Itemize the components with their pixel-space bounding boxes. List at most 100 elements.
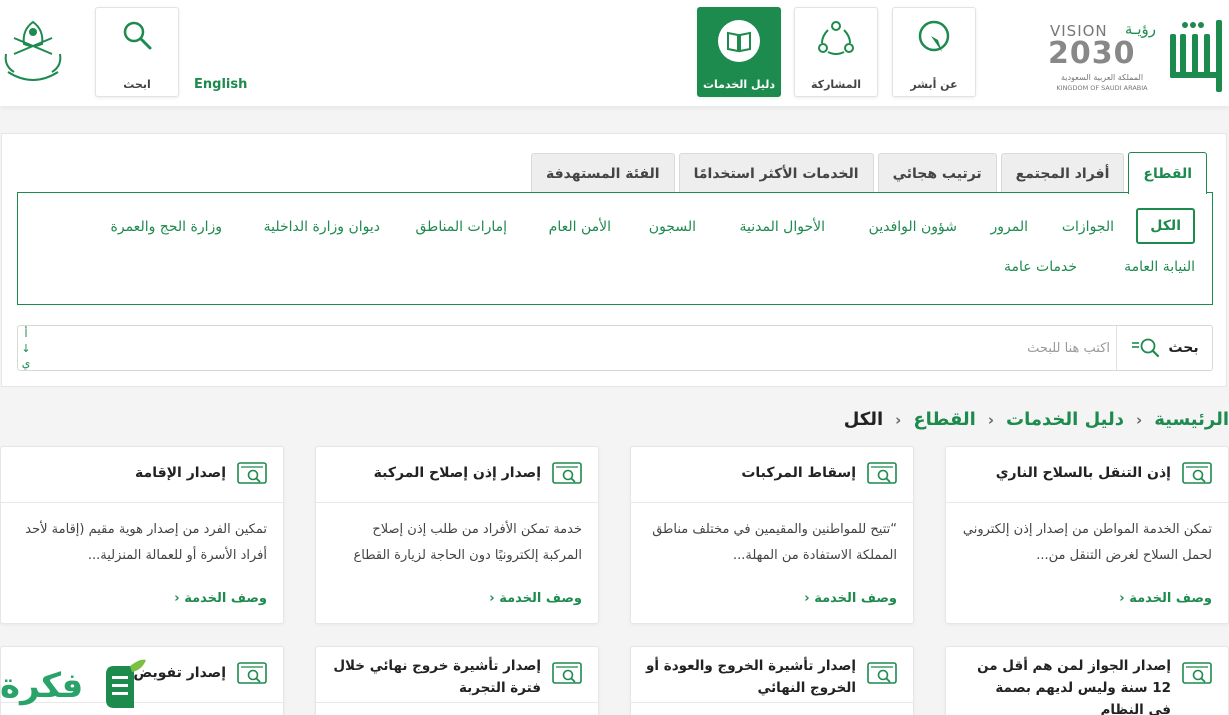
- tab-most-used[interactable]: الخدمات الأكثر استخدامًا: [678, 153, 874, 193]
- fikra-watermark-logo: فكرة: [0, 652, 150, 715]
- vision-kingdom-en: KINGDOM OF SAUDI ARABIA: [1056, 84, 1148, 92]
- search-button-label: بحث: [1168, 340, 1199, 356]
- tab-community-members[interactable]: أفراد المجتمع: [1000, 153, 1125, 193]
- card-title: إصدار الإقامة: [135, 465, 226, 481]
- chevron-left-icon: ‹: [804, 591, 810, 606]
- sector-public-prosecution[interactable]: النيابة العامة: [1124, 259, 1195, 275]
- service-description-link[interactable]: وصف الخدمة ‹: [174, 591, 267, 606]
- search-button[interactable]: بحث: [1116, 326, 1212, 370]
- sector-general-services[interactable]: خدمات عامة: [1004, 259, 1077, 275]
- about-chat-icon: [918, 20, 950, 52]
- service-description-link[interactable]: وصف الخدمة ‹: [1119, 591, 1212, 606]
- service-screen-icon: [552, 662, 582, 684]
- tab-target-group[interactable]: الفئة المستهدفة: [531, 153, 675, 193]
- search-input[interactable]: [510, 336, 1110, 360]
- link-label: وصف الخدمة: [1129, 591, 1212, 606]
- sector-civil-affairs[interactable]: الأحوال المدنية: [740, 219, 826, 235]
- service-description-link[interactable]: وصف الخدمة ‹: [489, 591, 582, 606]
- sector-all[interactable]: الكل: [1136, 208, 1195, 244]
- participation-label: المشاركة: [811, 78, 861, 91]
- link-label: وصف الخدمة: [184, 591, 267, 606]
- sector-hajj-umrah-ministry[interactable]: وزارة الحج والعمرة: [111, 219, 222, 235]
- service-card[interactable]: إصدار تأشيرة الخروج والعودة أو الخروج ال…: [630, 646, 914, 715]
- sector-expatriates[interactable]: شؤون الوافدين: [869, 219, 957, 235]
- leaf-book-icon: [106, 659, 146, 708]
- about-absher-button[interactable]: عن أبشر: [892, 7, 976, 97]
- sort-start-letter: أ: [24, 327, 28, 340]
- sector-passports[interactable]: الجوازات: [1062, 219, 1114, 235]
- card-description: تمكن الخدمة المواطن من إصدار إذن إلكترون…: [962, 522, 1212, 563]
- english-language-link[interactable]: English: [194, 77, 247, 92]
- vision-2030-logo: VISION رؤيـة 2030 المملكة العربية السعود…: [1048, 20, 1158, 96]
- sort-arrow: ↓: [21, 342, 31, 355]
- services-filter-panel: القطاع أفراد المجتمع ترتيب هجائي الخدمات…: [1, 133, 1227, 387]
- sector-interior-ministry-office[interactable]: ديوان وزارة الداخلية: [264, 219, 380, 235]
- breadcrumb-current: الكل: [843, 409, 884, 430]
- breadcrumb: الرئيسية › دليل الخدمات › القطاع › الكل: [844, 409, 1229, 430]
- card-title: إصدار تأشيرة خروج نهائي خلال فترة التجرب…: [333, 658, 541, 696]
- vision-kingdom-ar: المملكة العربية السعودية: [1060, 73, 1144, 82]
- card-header: إسقاط المركبات: [631, 447, 913, 503]
- tab-alphabetical[interactable]: ترتيب هجائي: [877, 153, 997, 193]
- search-icon: [123, 21, 152, 50]
- breadcrumb-services-guide[interactable]: دليل الخدمات: [1006, 409, 1124, 430]
- card-title: إصدار الجواز لمن هم أقل من 12 سنة وليس ل…: [977, 658, 1171, 715]
- breadcrumb-separator-icon: ›: [895, 410, 902, 429]
- card-title: إسقاط المركبات: [741, 465, 856, 481]
- card-title: إذن التنقل بالسلاح الناري: [995, 465, 1171, 481]
- vision-year: 2030: [1048, 36, 1136, 71]
- service-card[interactable]: إصدار إذن إصلاح المركبة خدمة تمكن الأفرا…: [315, 446, 599, 624]
- card-header: إصدار الإقامة: [1, 447, 283, 503]
- services-guide-button[interactable]: دليل الخدمات: [697, 7, 781, 97]
- link-label: وصف الخدمة: [814, 591, 897, 606]
- sector-traffic[interactable]: المرور: [991, 219, 1029, 235]
- service-screen-icon: [1182, 662, 1212, 684]
- filter-tabs: القطاع أفراد المجتمع ترتيب هجائي الخدمات…: [531, 152, 1207, 194]
- book-icon: [718, 20, 760, 62]
- service-screen-icon: [1182, 462, 1212, 484]
- chevron-left-icon: ‹: [1119, 591, 1125, 606]
- sector-public-security[interactable]: الأمن العام: [549, 219, 611, 235]
- search-header-label: ابحث: [123, 78, 151, 91]
- card-description: تمكين الفرد من إصدار هوية مقيم (إقامة لأ…: [25, 522, 267, 563]
- service-screen-icon: [237, 462, 267, 484]
- search-magnifier-icon: [1132, 338, 1160, 358]
- breadcrumb-separator-icon: ›: [1136, 410, 1143, 429]
- sector-prisons[interactable]: السجون: [649, 219, 696, 235]
- card-header: إصدار تأشيرة خروج نهائي خلال فترة التجرب…: [316, 647, 598, 703]
- saudi-emblem-logo[interactable]: [0, 14, 66, 86]
- card-header: إصدار إذن إصلاح المركبة: [316, 447, 598, 503]
- breadcrumb-separator-icon: ›: [987, 410, 995, 429]
- card-description: “تتيح للمواطنين والمقيمين في مختلف مناطق…: [652, 522, 897, 563]
- participation-button[interactable]: المشاركة: [794, 7, 878, 97]
- service-card[interactable]: إصدار الجواز لمن هم أقل من 12 سنة وليس ل…: [945, 646, 1229, 715]
- search-header-button[interactable]: ابحث: [95, 7, 179, 97]
- service-card[interactable]: إصدار تأشيرة خروج نهائي خلال فترة التجرب…: [315, 646, 599, 715]
- service-card[interactable]: إصدار الإقامة تمكين الفرد من إصدار هوية …: [0, 446, 284, 624]
- card-title: إصدار تأشيرة الخروج والعودة أو الخروج ال…: [646, 658, 856, 696]
- sector-chips: الكل الجوازات المرور شؤون الوافدين الأحو…: [17, 192, 1213, 305]
- card-header: إصدار تأشيرة الخروج والعودة أو الخروج ال…: [631, 647, 913, 703]
- breadcrumb-sector[interactable]: القطاع: [913, 409, 975, 430]
- participation-icon: [818, 21, 854, 55]
- service-screen-icon: [552, 462, 582, 484]
- service-screen-icon: [237, 662, 267, 684]
- card-description: خدمة تمكن الأفراد من طلب إذن إصلاح المرك…: [353, 522, 582, 563]
- about-absher-label: عن أبشر: [910, 78, 958, 91]
- breadcrumb-home[interactable]: الرئيسية: [1154, 409, 1229, 430]
- tab-sector[interactable]: القطاع: [1128, 152, 1207, 194]
- alphabet-sort-toggle[interactable]: أ ↓ ي: [21, 326, 31, 371]
- absher-logo[interactable]: [1166, 18, 1226, 96]
- service-description-link[interactable]: وصف الخدمة ‹: [804, 591, 897, 606]
- service-screen-icon: [867, 462, 897, 484]
- service-screen-icon: [867, 662, 897, 684]
- chevron-left-icon: ‹: [489, 591, 495, 606]
- top-header: ابحث English دليل الخدمات المشاركة عن أب…: [0, 0, 1229, 106]
- sector-regional-principalities[interactable]: إمارات المناطق: [416, 219, 508, 235]
- card-header: إصدار الجواز لمن هم أقل من 12 سنة وليس ل…: [946, 647, 1228, 715]
- service-search-bar: بحث أ ↓ ي: [17, 325, 1213, 371]
- card-header: إذن التنقل بالسلاح الناري: [946, 447, 1228, 503]
- link-label: وصف الخدمة: [499, 591, 582, 606]
- service-card[interactable]: إسقاط المركبات “تتيح للمواطنين والمقيمين…: [630, 446, 914, 624]
- service-card[interactable]: إذن التنقل بالسلاح الناري تمكن الخدمة ال…: [945, 446, 1229, 624]
